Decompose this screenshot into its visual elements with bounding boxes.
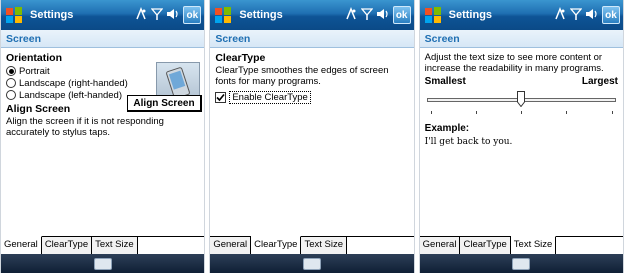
tab-text-size[interactable]: Text Size (301, 237, 347, 254)
input-panel-bar (419, 254, 623, 273)
three-screens-container: Settings ok Screen Orientation Portrait … (0, 0, 624, 273)
slider-tick (475, 111, 477, 114)
screen-general: Settings ok Screen Orientation Portrait … (0, 0, 206, 273)
slider-tick (566, 111, 568, 114)
cleartype-description: ClearType smoothes the edges of screen f… (215, 65, 389, 87)
tab-bar: General ClearType Text Size (210, 236, 414, 254)
screen-cleartype: Settings ok Screen ClearType ClearType s… (209, 0, 415, 273)
text-size-description: Adjust the text size to see more content… (424, 52, 604, 74)
ok-button[interactable]: ok (183, 6, 202, 24)
windows-flag-icon[interactable] (213, 5, 233, 25)
windows-flag-icon[interactable] (4, 5, 24, 25)
tab-cleartype[interactable]: ClearType (41, 237, 93, 254)
page-header: Screen (210, 30, 414, 48)
keyboard-icon[interactable] (93, 257, 112, 270)
page-header: Screen (1, 30, 205, 48)
ok-button[interactable]: ok (601, 6, 620, 24)
tab-general[interactable]: General (419, 237, 461, 254)
connectivity-icon[interactable] (134, 6, 148, 24)
radio-button[interactable] (6, 78, 16, 88)
radio-label: Landscape (left-handed) (19, 89, 122, 101)
slider-tick (611, 111, 613, 114)
example-label: Example: (424, 123, 470, 134)
align-screen-button[interactable]: Align Screen (127, 95, 202, 112)
volume-icon[interactable] (585, 7, 599, 24)
title-bar: Settings ok (419, 0, 623, 30)
slider-tick (430, 111, 432, 114)
slider-tick (521, 111, 523, 114)
enable-cleartype-row[interactable]: Enable ClearType (215, 91, 408, 104)
align-description: Align the screen if it is not responding… (6, 116, 164, 138)
tab-cleartype[interactable]: ClearType (460, 237, 511, 254)
ok-button[interactable]: ok (392, 6, 411, 24)
page-header: Screen (419, 30, 623, 48)
signal-icon[interactable] (569, 7, 583, 24)
tab-bar: General ClearType Text Size (419, 236, 623, 254)
enable-cleartype-label: Enable ClearType (229, 91, 311, 104)
signal-icon[interactable] (150, 7, 164, 24)
radio-label: Portrait (19, 65, 50, 77)
keyboard-icon[interactable] (512, 257, 531, 270)
slider-min-label: Smallest (424, 76, 466, 87)
tab-cleartype[interactable]: ClearType (251, 236, 302, 254)
slider-thumb[interactable] (517, 91, 526, 107)
signal-icon[interactable] (360, 7, 374, 24)
window-title: Settings (448, 9, 493, 21)
enable-cleartype-checkbox[interactable] (215, 92, 227, 103)
input-panel-bar (1, 254, 205, 273)
title-bar: Settings ok (1, 0, 205, 30)
window-title: Settings (239, 9, 283, 21)
tab-text-size[interactable]: Text Size (510, 236, 557, 254)
cleartype-title: ClearType (215, 52, 266, 64)
tab-general[interactable]: General (1, 236, 42, 254)
tab-general[interactable]: General (210, 237, 252, 254)
slider-max-label: Largest (581, 76, 618, 87)
input-panel-bar (210, 254, 414, 273)
keyboard-icon[interactable] (302, 257, 321, 270)
tab-bar: General ClearType Text Size (1, 236, 205, 254)
connectivity-icon[interactable] (553, 6, 567, 24)
volume-icon[interactable] (376, 7, 390, 24)
screen-text-size: Settings ok Screen Adjust the text size … (418, 0, 624, 273)
example-text: I'll get back to you. (424, 137, 513, 147)
windows-flag-icon[interactable] (423, 5, 443, 25)
connectivity-icon[interactable] (344, 6, 358, 24)
volume-icon[interactable] (166, 7, 180, 24)
text-size-slider[interactable] (425, 89, 618, 115)
title-bar: Settings ok (210, 0, 414, 30)
radio-label: Landscape (right-handed) (19, 77, 128, 89)
radio-button[interactable] (6, 66, 16, 76)
radio-button[interactable] (6, 90, 16, 100)
tab-text-size[interactable]: Text Size (92, 237, 138, 254)
window-title: Settings (30, 9, 74, 21)
